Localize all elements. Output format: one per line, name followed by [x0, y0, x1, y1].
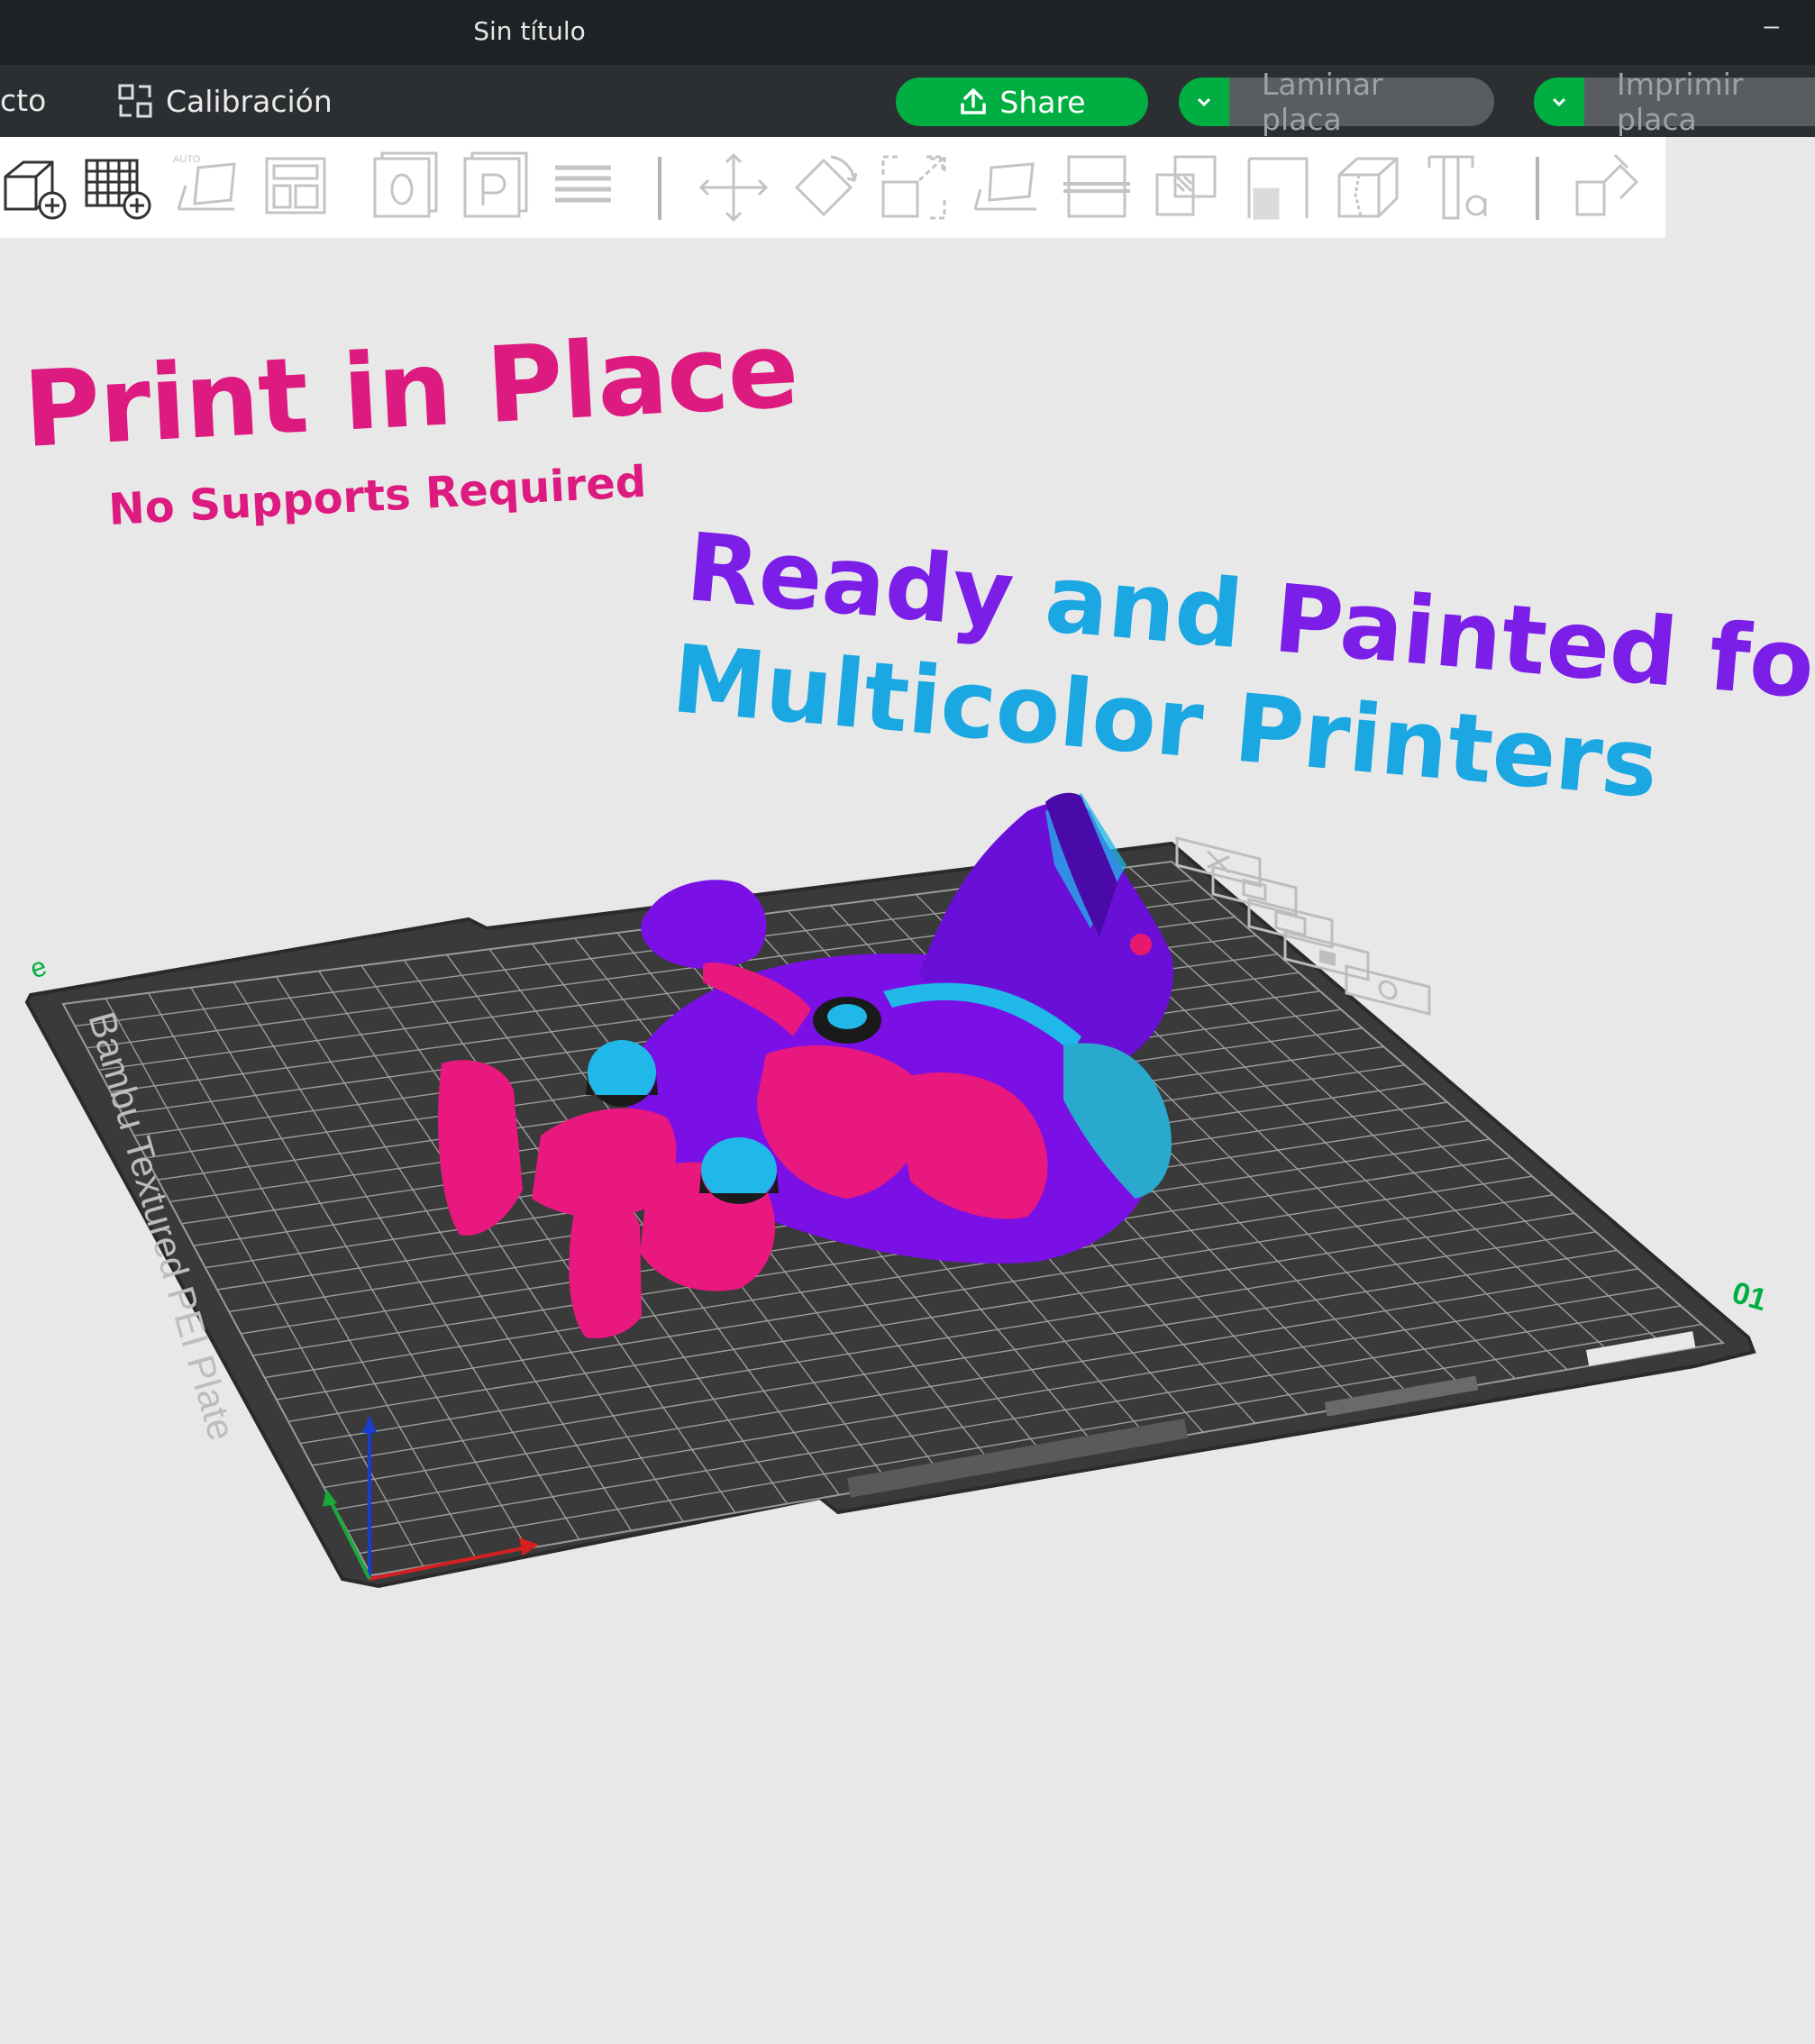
assembly-icon[interactable] [1568, 150, 1644, 225]
print-plate-button[interactable]: Imprimir placa [1534, 67, 1815, 137]
promo-word-and: and [1041, 543, 1247, 671]
upload-icon [961, 88, 987, 114]
toolbar: AUTO [0, 137, 1665, 238]
print-dropdown-toggle[interactable] [1534, 78, 1584, 126]
boolean-icon[interactable] [1150, 150, 1226, 225]
seam-paint-icon[interactable] [1332, 150, 1408, 225]
text-icon[interactable] [1424, 150, 1500, 225]
title-bar: Sin título – [0, 0, 1815, 65]
toolbar-separator [1536, 157, 1539, 220]
minimize-button[interactable]: – [1764, 11, 1779, 41]
add-object-icon[interactable] [0, 150, 76, 225]
plate-corner-mark: e [26, 952, 50, 985]
auto-orient-icon[interactable]: AUTO [171, 150, 247, 225]
move-icon[interactable] [696, 150, 771, 225]
add-plate-icon[interactable] [81, 150, 157, 225]
paste-plate-icon[interactable] [460, 150, 535, 225]
copy-plate-icon[interactable] [369, 150, 445, 225]
svg-text:AUTO: AUTO [173, 154, 201, 165]
chevron-down-icon [1197, 97, 1211, 107]
support-paint-icon[interactable] [1242, 150, 1318, 225]
arrange-icon[interactable] [261, 150, 337, 225]
slice-dropdown-toggle[interactable] [1179, 78, 1229, 126]
window-title: Sin título [473, 16, 586, 46]
toolbar-separator [658, 157, 661, 220]
share-button[interactable]: Share [896, 78, 1148, 126]
plate-number: 01 [1728, 1275, 1771, 1318]
scale-icon[interactable] [876, 150, 952, 225]
rotate-icon[interactable] [786, 150, 862, 225]
slice-plate-button[interactable]: Laminar placa [1179, 67, 1494, 137]
calibration-icon [118, 84, 152, 118]
chevron-down-icon [1552, 97, 1566, 107]
calibration-label: Calibración [166, 83, 333, 119]
menu-item-calibration[interactable]: Calibración [117, 83, 333, 119]
menu-item-project[interactable]: cto [0, 83, 46, 118]
slice-plate-label[interactable]: Laminar placa [1229, 67, 1494, 137]
share-label: Share [999, 84, 1086, 120]
lay-on-face-icon[interactable] [970, 150, 1045, 225]
layers-icon[interactable] [546, 150, 622, 225]
print-plate-label[interactable]: Imprimir placa [1584, 67, 1815, 137]
cut-icon[interactable] [1060, 150, 1136, 225]
menu-bar: cto Calibración Share Laminar placa Impr… [0, 65, 1815, 137]
